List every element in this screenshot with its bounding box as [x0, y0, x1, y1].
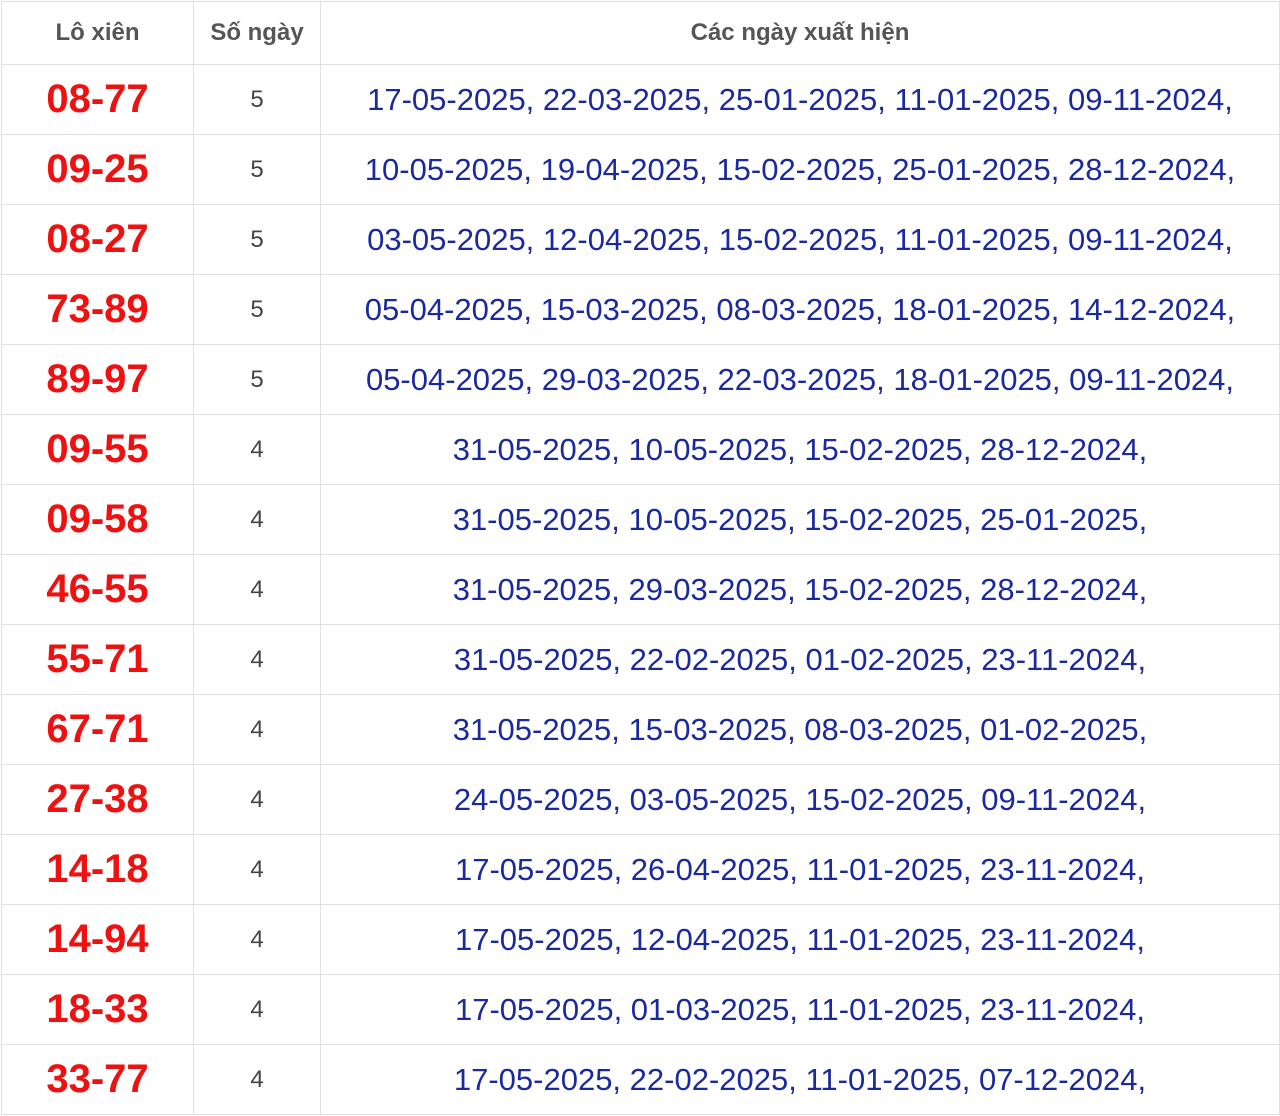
- table-row: 14-18 4 17-05-2025, 26-04-2025, 11-01-2025…: [1, 834, 1280, 905]
- dates-cell: 05-04-2025, 29-03-2025, 22-03-2025, 18-0…: [320, 344, 1280, 415]
- dates-cell: 03-05-2025, 12-04-2025, 15-02-2025, 11-0…: [320, 204, 1280, 275]
- pair-cell: 09-25: [1, 134, 194, 205]
- dates-cell: 31-05-2025, 22-02-2025, 01-02-2025, 23-1…: [320, 624, 1280, 695]
- table-row: 08-77 5 17-05-2025, 22-03-2025, 25-01-2025…: [1, 64, 1280, 135]
- dates-cell: 17-05-2025, 22-03-2025, 25-01-2025, 11-0…: [320, 64, 1280, 135]
- table-row: 18-33 4 17-05-2025, 01-03-2025, 11-01-2025…: [1, 974, 1280, 1045]
- days-cell: 5: [193, 274, 321, 345]
- pair-cell: 27-38: [1, 764, 194, 835]
- days-cell: 5: [193, 344, 321, 415]
- table-row: 55-71 4 31-05-2025, 22-02-2025, 01-02-2025…: [1, 624, 1280, 695]
- dates-cell: 31-05-2025, 10-05-2025, 15-02-2025, 25-0…: [320, 484, 1280, 555]
- table-row: 08-27 5 03-05-2025, 12-04-2025, 15-02-2025…: [1, 204, 1280, 275]
- pair-cell: 46-55: [1, 554, 194, 625]
- pair-cell: 67-71: [1, 694, 194, 765]
- dates-cell: 24-05-2025, 03-05-2025, 15-02-2025, 09-1…: [320, 764, 1280, 835]
- days-cell: 5: [193, 64, 321, 135]
- table-row: 89-97 5 05-04-2025, 29-03-2025, 22-03-2025…: [1, 344, 1280, 415]
- days-cell: 5: [193, 204, 321, 275]
- table-body: 08-77 5 17-05-2025, 22-03-2025, 25-01-2025…: [1, 64, 1280, 1115]
- table-row: 33-77 4 17-05-2025, 22-02-2025, 11-01-2025…: [1, 1044, 1280, 1115]
- dates-cell: 31-05-2025, 15-03-2025, 08-03-2025, 01-0…: [320, 694, 1280, 765]
- days-cell: 4: [193, 1044, 321, 1115]
- days-cell: 4: [193, 694, 321, 765]
- dates-cell: 17-05-2025, 22-02-2025, 11-01-2025, 07-1…: [320, 1044, 1280, 1115]
- header-dates: Các ngày xuất hiện: [320, 1, 1280, 65]
- table-row: 46-55 4 31-05-2025, 29-03-2025, 15-02-2025…: [1, 554, 1280, 625]
- dates-cell: 31-05-2025, 29-03-2025, 15-02-2025, 28-1…: [320, 554, 1280, 625]
- header-row: Lô xiên Số ngày Các ngày xuất hiện: [1, 1, 1280, 65]
- dates-cell: 31-05-2025, 10-05-2025, 15-02-2025, 28-1…: [320, 414, 1280, 485]
- pair-cell: 14-18: [1, 834, 194, 905]
- days-cell: 4: [193, 554, 321, 625]
- dates-cell: 05-04-2025, 15-03-2025, 08-03-2025, 18-0…: [320, 274, 1280, 345]
- table-row: 14-94 4 17-05-2025, 12-04-2025, 11-01-2025…: [1, 904, 1280, 975]
- pair-cell: 33-77: [1, 1044, 194, 1115]
- pair-cell: 14-94: [1, 904, 194, 975]
- pair-cell: 08-77: [1, 64, 194, 135]
- pair-cell: 08-27: [1, 204, 194, 275]
- table-header: Lô xiên Số ngày Các ngày xuất hiện: [1, 1, 1280, 65]
- days-cell: 4: [193, 834, 321, 905]
- days-cell: 4: [193, 904, 321, 975]
- days-cell: 4: [193, 974, 321, 1045]
- days-cell: 4: [193, 414, 321, 485]
- pair-cell: 55-71: [1, 624, 194, 695]
- table-row: 09-58 4 31-05-2025, 10-05-2025, 15-02-2025…: [1, 484, 1280, 555]
- days-cell: 4: [193, 624, 321, 695]
- days-cell: 5: [193, 134, 321, 205]
- pair-cell: 89-97: [1, 344, 194, 415]
- table-row: 27-38 4 24-05-2025, 03-05-2025, 15-02-2025…: [1, 764, 1280, 835]
- dates-cell: 17-05-2025, 26-04-2025, 11-01-2025, 23-1…: [320, 834, 1280, 905]
- dates-cell: 10-05-2025, 19-04-2025, 15-02-2025, 25-0…: [320, 134, 1280, 205]
- table-row: 09-25 5 10-05-2025, 19-04-2025, 15-02-2025…: [1, 134, 1280, 205]
- table-row: 09-55 4 31-05-2025, 10-05-2025, 15-02-2025…: [1, 414, 1280, 485]
- pair-cell: 73-89: [1, 274, 194, 345]
- header-pair: Lô xiên: [1, 1, 194, 65]
- days-cell: 4: [193, 764, 321, 835]
- pair-cell: 09-58: [1, 484, 194, 555]
- pair-cell: 18-33: [1, 974, 194, 1045]
- table-row: 67-71 4 31-05-2025, 15-03-2025, 08-03-2025…: [1, 694, 1280, 765]
- dates-cell: 17-05-2025, 12-04-2025, 11-01-2025, 23-1…: [320, 904, 1280, 975]
- table-row: 73-89 5 05-04-2025, 15-03-2025, 08-03-2025…: [1, 274, 1280, 345]
- dates-cell: 17-05-2025, 01-03-2025, 11-01-2025, 23-1…: [320, 974, 1280, 1045]
- lo-xien-table: Lô xiên Số ngày Các ngày xuất hiện 08-77…: [1, 1, 1280, 1115]
- pair-cell: 09-55: [1, 414, 194, 485]
- days-cell: 4: [193, 484, 321, 555]
- header-days: Số ngày: [193, 1, 321, 65]
